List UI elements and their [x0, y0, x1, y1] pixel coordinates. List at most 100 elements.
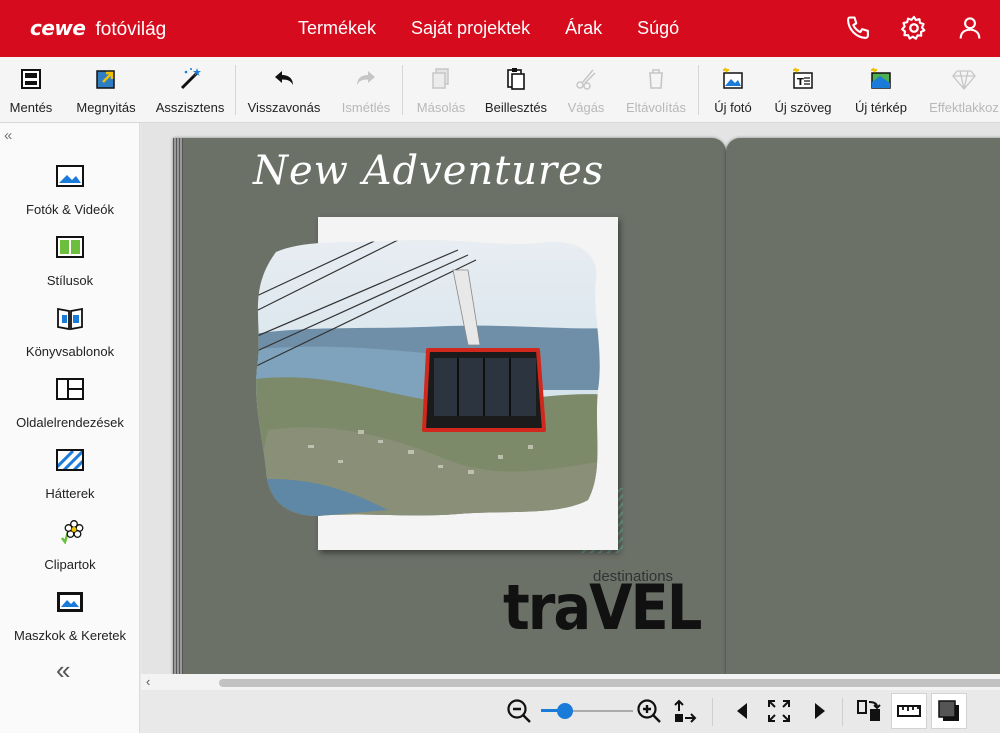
styles-icon — [55, 234, 85, 265]
top-bar: cewe fotóvilág Termékek Saját projektek … — [0, 0, 1000, 57]
scrollbar-thumb[interactable] — [219, 679, 1000, 687]
new-photo-button[interactable]: Új fotó — [710, 57, 756, 122]
clipart-icon — [55, 518, 85, 549]
zoom-out-icon[interactable] — [505, 697, 533, 730]
ruler-icon — [895, 697, 923, 730]
main-nav: Termékek Saját projektek Árak Súgó — [298, 18, 714, 39]
new-text-icon: T — [790, 66, 816, 97]
product-name: fotóvilág — [95, 19, 167, 40]
sidebar-item-clipart[interactable]: Clipartok — [0, 518, 140, 572]
phone-icon[interactable] — [844, 14, 872, 47]
effect-varnish-button[interactable]: Effektlakkoz — [928, 57, 1000, 122]
trash-icon — [643, 66, 669, 97]
book-templates-icon — [55, 305, 85, 336]
magic-wand-icon — [177, 66, 203, 97]
zoom-in-icon[interactable] — [635, 697, 663, 730]
nav-products[interactable]: Termékek — [298, 18, 376, 39]
scroll-left-icon[interactable]: ‹ — [146, 674, 150, 689]
left-page[interactable]: New Adventures destinations traVEL — [173, 138, 726, 677]
fit-icon[interactable] — [671, 697, 699, 730]
cut-label: Vágás — [567, 100, 605, 115]
sidebar-item-styles[interactable]: Stílusok — [0, 234, 140, 288]
sidebar-item-label: Hátterek — [45, 486, 95, 501]
toolbar-separator — [698, 65, 699, 115]
delete-button[interactable]: Eltávolítás — [624, 57, 688, 122]
cut-button[interactable]: Vágás — [562, 57, 610, 122]
editor-canvas[interactable]: New Adventures destinations traVEL — [141, 123, 1000, 691]
previous-page-icon[interactable] — [729, 697, 757, 730]
save-icon — [18, 66, 44, 97]
toolbar-separator — [235, 65, 236, 115]
diamond-icon — [951, 66, 977, 97]
undo-button[interactable]: Visszavonás — [247, 57, 321, 122]
cut-icon — [573, 66, 599, 97]
redo-button[interactable]: Ismétlés — [338, 57, 394, 122]
page-title-text[interactable]: New Adventures — [253, 148, 604, 194]
user-icon[interactable] — [956, 14, 984, 47]
open-button[interactable]: Megnyitás — [74, 57, 138, 122]
assistant-button[interactable]: Asszisztens — [155, 57, 225, 122]
sidebar-item-layouts[interactable]: Oldalelrendezések — [0, 376, 140, 430]
delete-label: Eltávolítás — [626, 100, 686, 115]
backgrounds-icon — [55, 447, 85, 478]
bottom-bar — [141, 690, 1000, 733]
sidebar-item-label: Könyvsablonok — [25, 344, 115, 359]
sidebar: « Fotók & Videók Stílusok Könyvsablonok … — [0, 123, 140, 733]
bottom-separator — [842, 698, 843, 726]
new-text-button[interactable]: T Új szöveg — [773, 57, 833, 122]
collapse-sidebar-icon[interactable]: « — [56, 655, 70, 686]
gear-icon[interactable] — [900, 14, 928, 47]
new-text-label: Új szöveg — [774, 100, 832, 115]
horizontal-scrollbar[interactable]: ‹ — [141, 674, 1000, 690]
ruler-toggle[interactable] — [891, 693, 927, 729]
nav-help[interactable]: Súgó — [637, 18, 679, 39]
sidebar-item-photos-videos[interactable]: Fotók & Videók — [0, 163, 140, 217]
fullscreen-icon[interactable] — [765, 697, 793, 730]
sidebar-item-masks-frames[interactable]: Maszkok & Keretek — [0, 589, 140, 643]
effect-varnish-label: Effektlakkoz — [929, 100, 999, 115]
swap-pages-icon[interactable] — [855, 697, 883, 730]
new-photo-label: Új fotó — [714, 100, 752, 115]
nav-prices[interactable]: Árak — [565, 18, 602, 39]
new-map-button[interactable]: Új térkép — [852, 57, 910, 122]
assistant-label: Asszisztens — [155, 100, 225, 115]
masks-frames-icon — [55, 589, 85, 620]
sidebar-item-label: Clipartok — [44, 557, 96, 572]
copy-button[interactable]: Másolás — [414, 57, 468, 122]
shadow-toggle[interactable] — [931, 693, 967, 729]
logo[interactable]: cewe fotóvilág — [30, 16, 166, 41]
nav-my-projects[interactable]: Saját projektek — [411, 18, 530, 39]
copy-label: Másolás — [416, 100, 466, 115]
paste-button[interactable]: Beillesztés — [484, 57, 548, 122]
next-page-icon[interactable] — [805, 697, 833, 730]
toolbar-separator — [402, 65, 403, 115]
open-label: Megnyitás — [76, 100, 136, 115]
layouts-icon — [55, 376, 85, 407]
new-map-icon — [868, 66, 894, 97]
new-map-label: Új térkép — [854, 100, 908, 115]
travel-text[interactable]: traVEL — [503, 572, 702, 645]
cable-car-photo[interactable] — [248, 230, 610, 522]
paste-label: Beillesztés — [484, 100, 548, 115]
sidebar-item-book-templates[interactable]: Könyvsablonok — [0, 305, 140, 359]
collapse-top-icon[interactable]: « — [4, 127, 12, 144]
sidebar-item-label: Fotók & Videók — [26, 202, 114, 217]
sidebar-item-label: Stílusok — [46, 273, 94, 288]
bottom-separator — [712, 698, 713, 726]
redo-label: Ismétlés — [341, 100, 391, 115]
zoom-slider-handle[interactable] — [557, 703, 573, 719]
redo-icon — [353, 66, 379, 97]
top-icons — [844, 14, 984, 47]
copy-icon — [428, 66, 454, 97]
right-page[interactable] — [726, 138, 1000, 677]
svg-text:T: T — [797, 77, 804, 88]
sidebar-item-label: Oldalelrendezések — [16, 415, 124, 430]
undo-icon — [271, 66, 297, 97]
sidebar-item-backgrounds[interactable]: Hátterek — [0, 447, 140, 501]
undo-label: Visszavonás — [247, 100, 321, 115]
toolbar: Mentés Megnyitás Asszisztens Visszavonás… — [0, 57, 1000, 123]
photos-icon — [55, 163, 85, 194]
save-label: Mentés — [9, 100, 53, 115]
brand-logo: cewe — [30, 16, 86, 40]
save-button[interactable]: Mentés — [6, 57, 56, 122]
